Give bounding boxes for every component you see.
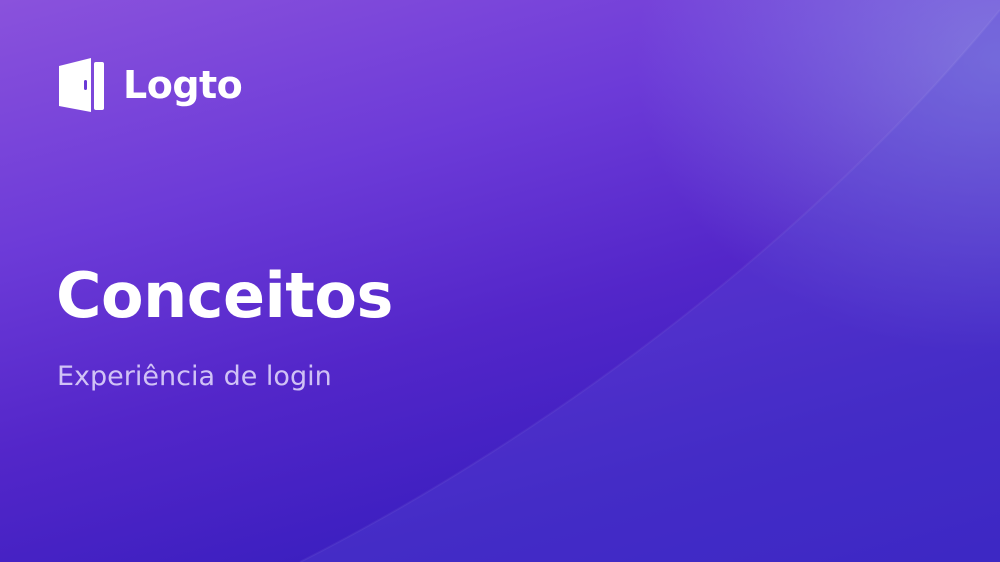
cover-slide: Logto Conceitos Experiência de login: [0, 0, 1000, 562]
slide-title: Conceitos: [56, 259, 393, 332]
slide-subtitle: Experiência de login: [57, 361, 332, 392]
door-logo-icon: [59, 58, 104, 112]
brand-logo: Logto: [57, 56, 243, 114]
brand-name: Logto: [123, 63, 243, 107]
